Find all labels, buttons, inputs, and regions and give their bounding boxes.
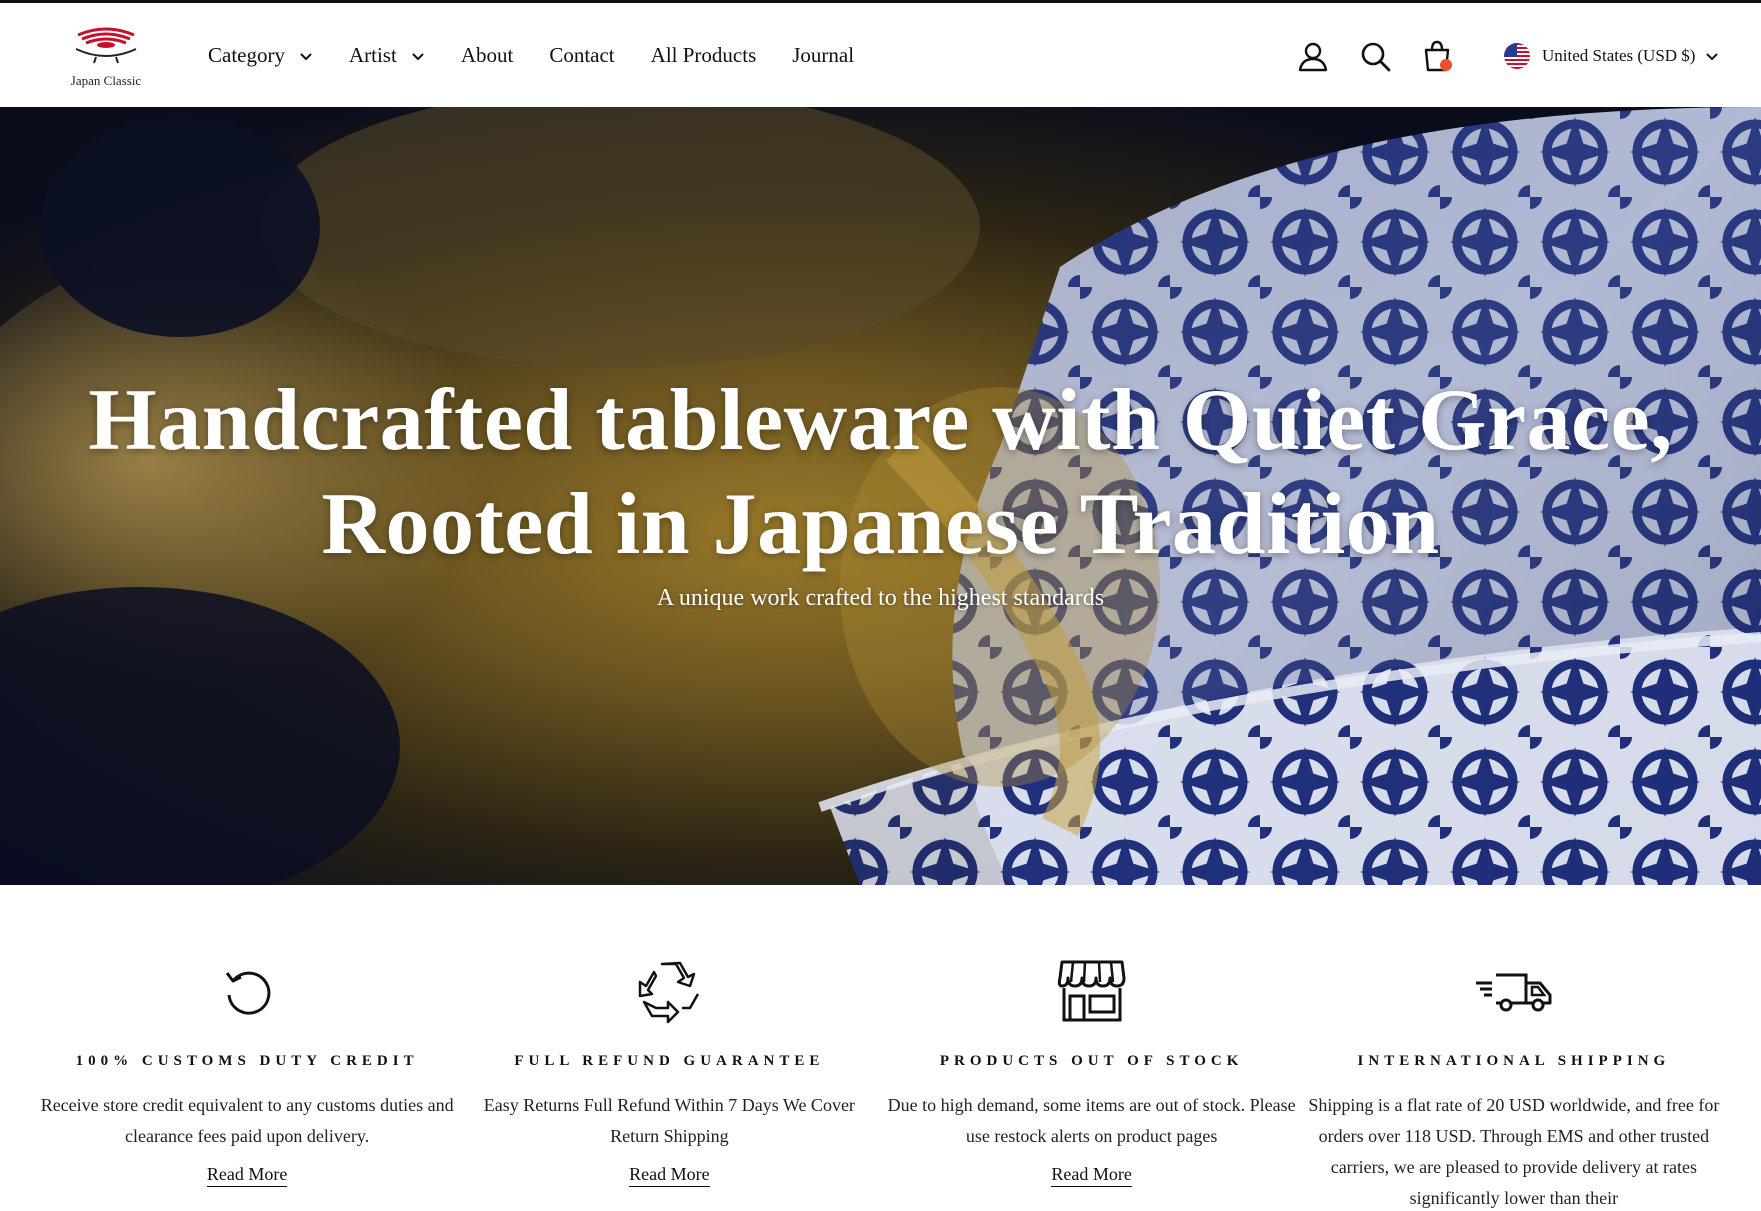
account-button[interactable] <box>1296 39 1330 73</box>
refresh-icon <box>225 971 271 1015</box>
feature-title: 100% CUSTOMS DUTY CREDIT <box>75 1053 419 1069</box>
search-button[interactable] <box>1358 39 1392 73</box>
nav-item-contact[interactable]: Contact <box>549 43 614 68</box>
nav-item-label: Artist <box>348 43 397 67</box>
chevron-down-icon <box>1706 53 1719 61</box>
hero-title-line2: Rooted in Japanese Tradition <box>321 476 1440 573</box>
nav-item-journal[interactable]: Journal <box>792 43 854 68</box>
nav-item-label: Contact <box>549 43 615 67</box>
recycle-icon <box>639 961 700 1024</box>
feature-out-of-stock: PRODUCTS OUT OF STOCK Due to high demand… <box>881 885 1303 1211</box>
brand-logo[interactable]: Japan Classic <box>64 23 148 88</box>
features-row: 100% CUSTOMS DUTY CREDIT Receive store c… <box>0 885 1761 1211</box>
feature-text: Due to high demand, some items are out o… <box>887 1095 1296 1146</box>
hero-title-line1: Handcrafted tableware with Quiet Grace, <box>88 372 1673 469</box>
read-more-link[interactable]: Read More <box>1051 1164 1132 1187</box>
country-selector[interactable]: United States (USD $) <box>1504 43 1719 69</box>
feature-full-refund: FULL REFUND GUARANTEE Easy Returns Full … <box>458 885 880 1211</box>
nav-item-artist[interactable]: Artist <box>349 43 425 68</box>
site-header: Japan Classic Category Artist About Cont… <box>0 3 1761 107</box>
feature-title: FULL REFUND GUARANTEE <box>514 1053 825 1069</box>
cart-badge <box>1440 59 1452 71</box>
nav-item-label: About <box>460 43 514 67</box>
hero-subtitle: A unique work crafted to the highest sta… <box>656 585 1105 611</box>
nav-item-label: Category <box>208 43 285 67</box>
us-flag-icon <box>1504 43 1530 69</box>
nav-item-all-products[interactable]: All Products <box>651 43 757 68</box>
search-icon <box>1361 42 1391 72</box>
hero-banner[interactable]: Handcrafted tableware with Quiet Grace, … <box>0 107 1761 885</box>
brand-name: Japan Classic <box>70 73 142 88</box>
read-more-link[interactable]: Read More <box>206 1164 288 1187</box>
bowl-logo-icon <box>75 27 137 64</box>
feature-text: Easy Returns Full Refund Within 7 Days W… <box>483 1095 855 1146</box>
country-label: United States (USD $) <box>1542 46 1696 65</box>
hero-title: Handcrafted tableware with Quiet Grace, … <box>0 369 1761 577</box>
truck-icon <box>1475 973 1552 1012</box>
feature-text: Shipping is a flat rate of 20 USD worldw… <box>1308 1095 1720 1208</box>
nav-item-category[interactable]: Category <box>208 43 313 68</box>
nav-item-label: All Products <box>650 43 757 67</box>
user-icon <box>1298 42 1328 72</box>
feature-title: PRODUCTS OUT OF STOCK <box>939 1053 1244 1069</box>
nav-item-label: Journal <box>792 43 855 67</box>
cart-button[interactable] <box>1420 39 1454 73</box>
nav-item-about[interactable]: About <box>461 43 514 68</box>
read-more-link[interactable]: Read More <box>629 1164 710 1187</box>
chevron-down-icon <box>300 52 312 60</box>
header-actions <box>1296 39 1482 73</box>
feature-title: INTERNATIONAL SHIPPING <box>1357 1053 1671 1069</box>
store-icon <box>1057 960 1126 1022</box>
main-nav: Category Artist About Contact All Produc… <box>208 43 890 68</box>
feature-international-shipping: INTERNATIONAL SHIPPING Shipping is a fla… <box>1303 885 1725 1211</box>
feature-customs-credit: 100% CUSTOMS DUTY CREDIT Receive store c… <box>36 885 458 1211</box>
chevron-down-icon <box>412 52 424 60</box>
feature-text: Receive store credit equivalent to any c… <box>40 1095 454 1146</box>
